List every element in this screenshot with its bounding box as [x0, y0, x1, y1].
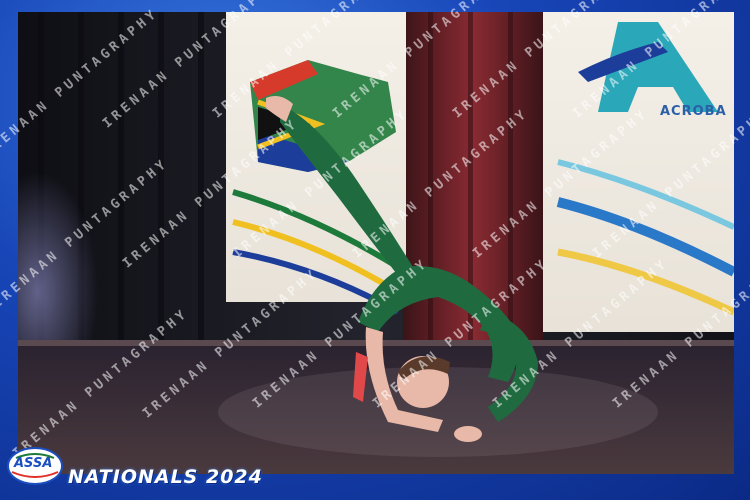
stage-photo — [18, 12, 734, 474]
stage-scene — [18, 12, 734, 474]
banner-brand-text: ACROBA — [660, 104, 727, 119]
event-title: NATIONALS 2024 — [68, 466, 263, 488]
photo-frame: IRENAAN PUNTAGRAPHY IRENAAN PUNTAGRAPHY … — [0, 0, 750, 500]
logo-text: ASSA — [14, 456, 53, 471]
